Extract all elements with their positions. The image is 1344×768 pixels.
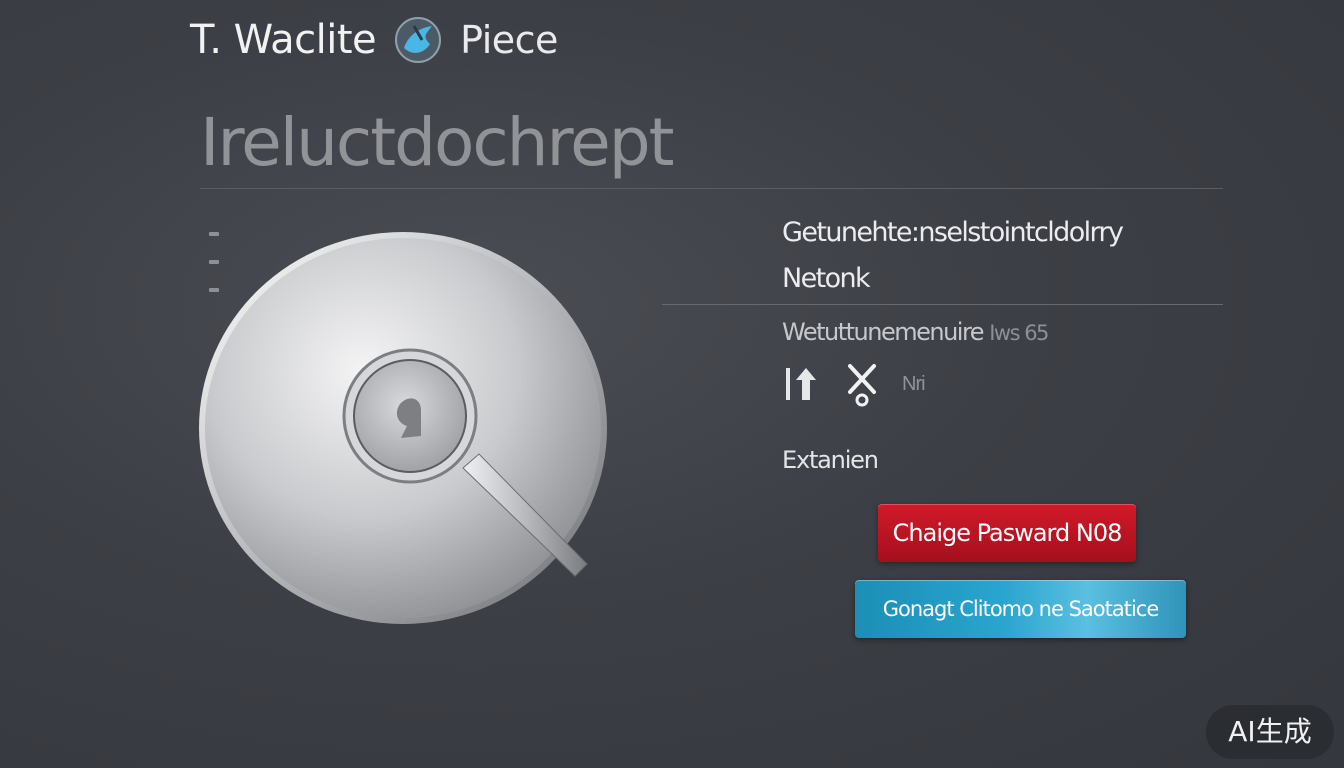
brand-name: T. Waclite — [190, 17, 377, 63]
panel-divider — [662, 304, 1223, 305]
subtitle-faint: Iws 65 — [989, 321, 1049, 345]
extension-label: Extanien — [782, 446, 879, 474]
icon-row-label: Nri — [902, 372, 926, 395]
contact-support-button[interactable]: Gonagt Clitomo ne Saotatice — [855, 580, 1186, 638]
up-arrow-icon[interactable] — [780, 362, 824, 406]
description-line: Netonk — [782, 263, 871, 294]
page-headline: Ireluctdochrept — [200, 104, 675, 181]
subtitle-main: Wetuttunemenuire — [782, 318, 985, 346]
panel-subtitle: Wetuttunemenuire Iws 65 — [782, 318, 1049, 346]
search-disc-illustration — [195, 228, 615, 628]
description-text: Getunehte:nselstointcldolrry Netonk — [782, 210, 1212, 302]
brand-logo-icon — [392, 14, 444, 66]
close-icon[interactable] — [840, 362, 884, 407]
change-password-button[interactable]: Chaige Pasward N08 — [878, 504, 1136, 562]
magnifier-disc-icon — [199, 232, 607, 624]
description-line: Getunehte:nselstointcldolrry — [782, 217, 1124, 248]
action-icon-row: Nri — [780, 360, 926, 408]
product-name: Piece — [460, 18, 558, 62]
header-divider — [200, 188, 1223, 189]
app-header: T. Waclite Piece — [190, 12, 558, 68]
ai-generated-badge: AI生成 — [1206, 705, 1334, 759]
